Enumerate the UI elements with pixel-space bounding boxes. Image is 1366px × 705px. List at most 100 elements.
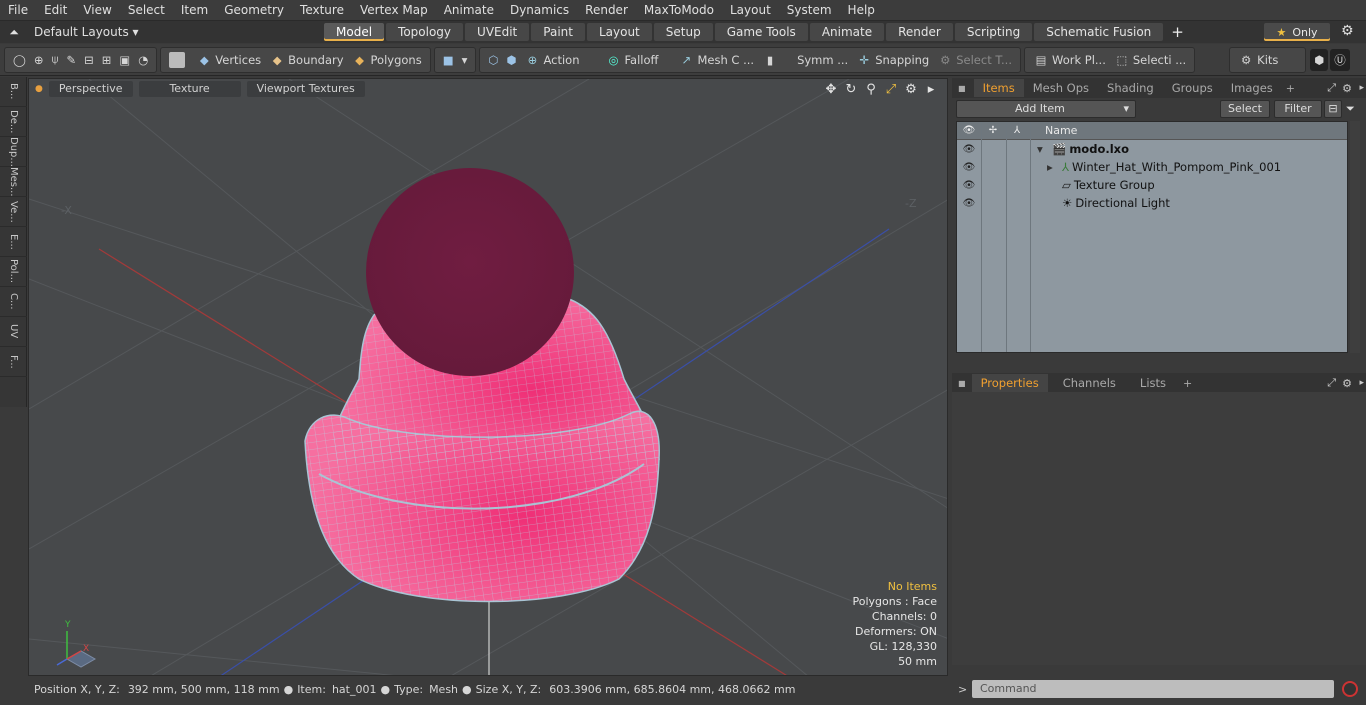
item-mode-icon[interactable] xyxy=(165,49,192,71)
kits-button[interactable]: ⚙ Kits xyxy=(1234,49,1301,71)
tab-game-tools[interactable]: Game Tools xyxy=(714,23,808,41)
material-cube-icon[interactable]: ■ xyxy=(439,49,458,71)
collapse-list-icon[interactable]: ⊟ xyxy=(1324,100,1342,118)
lock-header-icon[interactable]: ✢ xyxy=(981,125,1005,136)
viewport-textures-tab[interactable]: Viewport Textures xyxy=(246,81,365,97)
tab-uvedit[interactable]: UVEdit xyxy=(465,23,530,41)
tab-items[interactable]: Items xyxy=(973,79,1024,97)
menu-geometry[interactable]: Geometry xyxy=(216,0,292,21)
strip-tab-vertex[interactable]: Ve... xyxy=(0,197,27,227)
tree-row-texture-group[interactable]: 👁 ▱ Texture Group xyxy=(957,176,1347,194)
work-plane-button[interactable]: ▤ Work Pl... xyxy=(1029,49,1110,71)
strip-tab-curve[interactable]: C... xyxy=(0,287,27,317)
viewport-canvas[interactable]: -X -Z Y X xyxy=(29,79,948,676)
eye-icon[interactable]: 👁 xyxy=(957,162,981,173)
3d-viewport[interactable]: -X -Z Y X ● Perspective Texture Viewport… xyxy=(28,78,948,676)
default-layouts-dropdown[interactable]: Default Layouts ▾ xyxy=(28,21,324,43)
chevron-down-icon[interactable]: ▾ xyxy=(458,49,472,71)
eye-icon[interactable]: 👁 xyxy=(957,198,981,209)
menu-help[interactable]: Help xyxy=(840,0,883,21)
strip-tab-deform[interactable]: De... xyxy=(0,107,27,137)
panel-gear-icon[interactable]: ⚙ xyxy=(1342,82,1352,95)
viewport-texture-tab[interactable]: Texture xyxy=(138,81,241,97)
strip-tab-mesh-edit[interactable]: Mes... xyxy=(0,167,27,197)
selection-sets-button[interactable]: ⬚ Selecti ... xyxy=(1110,49,1190,71)
tab-paint[interactable]: Paint xyxy=(531,23,585,41)
maximize-icon[interactable]: ⤢ xyxy=(883,81,899,97)
axis-header-icon[interactable]: ⅄ xyxy=(1005,125,1029,136)
tab-properties[interactable]: Properties xyxy=(971,374,1048,392)
tab-groups[interactable]: Groups xyxy=(1163,79,1222,97)
vertices-button[interactable]: ◆ Vertices xyxy=(192,49,265,71)
record-icon[interactable] xyxy=(1342,681,1358,697)
tab-mesh-ops[interactable]: Mesh Ops xyxy=(1024,79,1098,97)
settings-gear-icon[interactable]: ⚙ xyxy=(1341,23,1354,39)
only-toggle[interactable]: ★ Only xyxy=(1264,23,1330,41)
mesh-constraint-button[interactable]: ↗ Mesh C ... xyxy=(674,49,758,71)
select-through-button[interactable]: ⚙ Select T... xyxy=(933,49,1016,71)
center-icon[interactable]: ⊞ xyxy=(98,49,116,71)
shield-icon[interactable]: ⬡ xyxy=(484,49,502,71)
menu-dynamics[interactable]: Dynamics xyxy=(502,0,577,21)
menu-texture[interactable]: Texture xyxy=(292,0,352,21)
unreal-icon[interactable]: Ⓤ xyxy=(1330,48,1350,71)
menu-file[interactable]: File xyxy=(0,0,36,21)
tree-row-directional-light[interactable]: 👁 ☀ Directional Light xyxy=(957,194,1347,212)
tab-setup[interactable]: Setup xyxy=(653,23,713,41)
menu-layout[interactable]: Layout xyxy=(722,0,779,21)
tree-row-scene[interactable]: 👁 ▾ 🎬 modo.lxo xyxy=(957,140,1347,158)
add-tab-icon[interactable]: + xyxy=(1286,82,1295,95)
add-item-button[interactable]: Add Item ▾ xyxy=(956,100,1136,118)
strip-tab-fusion[interactable]: F... xyxy=(0,347,27,377)
align-icon[interactable]: ⊟ xyxy=(80,49,98,71)
tab-lists[interactable]: Lists xyxy=(1131,374,1175,392)
zoom-view-icon[interactable]: ⚲ xyxy=(863,81,879,97)
menu-select[interactable]: Select xyxy=(120,0,173,21)
shield-alt-icon[interactable]: ⬢ xyxy=(502,49,520,71)
lasso-icon[interactable]: ⍦ xyxy=(48,49,63,71)
brush-icon[interactable]: ✎ xyxy=(62,49,80,71)
tab-images[interactable]: Images xyxy=(1222,79,1282,97)
rotate-view-icon[interactable]: ↻ xyxy=(843,81,859,97)
menu-vertex-map[interactable]: Vertex Map xyxy=(352,0,436,21)
name-column-header[interactable]: Name xyxy=(1045,124,1077,137)
tree-row-mesh[interactable]: 👁 ▸ ⅄ Winter_Hat_With_Pompom_Pink_001 xyxy=(957,158,1347,176)
panel-menu-icon[interactable]: ▸ xyxy=(1359,83,1364,93)
strip-tab-edge[interactable]: E... xyxy=(0,227,27,257)
command-input[interactable]: Command xyxy=(972,680,1334,698)
menu-view[interactable]: View xyxy=(75,0,119,21)
viewport-perspective-tab[interactable]: Perspective xyxy=(48,81,133,97)
collapse-arrow-icon[interactable]: ▸ xyxy=(1047,160,1059,174)
strip-tab-uv[interactable]: UV xyxy=(0,317,27,347)
circle-select-icon[interactable]: ◯ xyxy=(9,49,30,71)
visibility-header-eye-icon[interactable]: 👁 xyxy=(957,125,981,136)
tab-shading[interactable]: Shading xyxy=(1098,79,1163,97)
select-button[interactable]: Select xyxy=(1220,100,1270,118)
eye-icon[interactable]: 👁 xyxy=(957,180,981,191)
strip-tab-polygon[interactable]: Pol... xyxy=(0,257,27,287)
tab-topology[interactable]: Topology xyxy=(386,23,464,41)
panel-gear-icon[interactable]: ⚙ xyxy=(1342,377,1352,390)
snapping-button[interactable]: ✛ Snapping xyxy=(852,49,933,71)
box-icon[interactable]: ⬢ xyxy=(1310,48,1329,71)
menu-system[interactable]: System xyxy=(779,0,840,21)
menu-render[interactable]: Render xyxy=(577,0,636,21)
tab-schematic-fusion[interactable]: Schematic Fusion xyxy=(1034,23,1164,41)
tab-model[interactable]: Model xyxy=(324,23,385,41)
falloff-button[interactable]: ◎ Falloff xyxy=(601,49,674,71)
strip-tab-basic[interactable]: B... xyxy=(0,77,27,107)
globe-icon[interactable]: ⊕ xyxy=(30,49,48,71)
expand-arrow-icon[interactable]: ▾ xyxy=(1037,142,1049,156)
collapse-icon[interactable]: ⏶ xyxy=(0,21,28,43)
panel-menu-icon[interactable]: ▸ xyxy=(1359,378,1364,388)
boundary-button[interactable]: ◆ Boundary xyxy=(265,49,347,71)
menu-maxtomodo[interactable]: MaxToModo xyxy=(636,0,722,21)
menu-animate[interactable]: Animate xyxy=(436,0,502,21)
tree-scrollbar[interactable] xyxy=(1350,121,1360,353)
tab-channels[interactable]: Channels xyxy=(1054,374,1125,392)
menu-edit[interactable]: Edit xyxy=(36,0,75,21)
tab-render[interactable]: Render xyxy=(886,23,953,41)
symmetry-button[interactable]: ▮ Symm ... xyxy=(758,49,852,71)
viewport-gear-icon[interactable]: ⚙ xyxy=(903,81,919,97)
tab-animate[interactable]: Animate xyxy=(809,23,885,41)
